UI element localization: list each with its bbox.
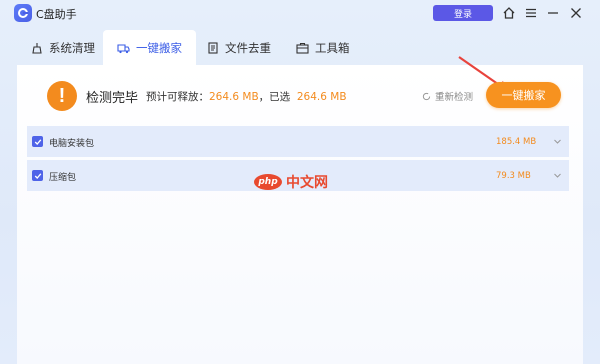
app-title: C盘助手: [36, 8, 77, 21]
item-label: 压缩包: [49, 173, 77, 183]
toolbox-icon: [296, 42, 309, 54]
selected-value: 264.6 MB: [296, 91, 347, 103]
selected-label: ，已选: [258, 91, 291, 103]
warning-icon: !: [47, 81, 77, 111]
home-icon[interactable]: [500, 4, 518, 22]
tab-label: 一键搬家: [136, 40, 182, 55]
checkbox[interactable]: [32, 136, 43, 147]
status-title: 检测完毕: [86, 91, 139, 106]
item-size: 79.3 MB: [496, 171, 531, 181]
item-label: 电脑安装包: [49, 139, 95, 149]
releasable-label: 预计可释放：: [146, 91, 209, 103]
close-icon[interactable]: [567, 4, 585, 22]
truck-icon: [117, 43, 130, 53]
tab-file-dedup[interactable]: 文件去重: [193, 30, 285, 65]
app-logo-icon: [14, 4, 32, 22]
title-bar: C盘助手 登录: [0, 0, 600, 28]
tab-label: 文件去重: [225, 40, 271, 55]
chevron-down-icon[interactable]: [553, 171, 562, 180]
tab-system-clean[interactable]: 系统清理: [17, 30, 109, 65]
broom-icon: [32, 42, 42, 54]
chevron-down-icon[interactable]: [553, 137, 562, 146]
refresh-icon: [422, 92, 431, 100]
one-key-move-button[interactable]: 一键搬家: [486, 82, 561, 108]
tab-toolbox[interactable]: 工具箱: [282, 30, 364, 65]
watermark-text: 中文网: [286, 175, 328, 191]
watermark-logo: php: [254, 174, 282, 190]
watermark: php 中文网: [254, 172, 328, 192]
tab-label: 工具箱: [315, 40, 350, 55]
releasable-value: 264.6 MB: [209, 91, 259, 103]
file-duplicate-icon: [208, 41, 218, 54]
list-item[interactable]: 电脑安装包 185.4 MB: [27, 126, 569, 157]
login-button[interactable]: 登录: [433, 5, 493, 21]
minimize-icon[interactable]: [544, 4, 562, 22]
item-size: 185.4 MB: [496, 137, 537, 147]
tab-one-key-move[interactable]: 一键搬家: [103, 30, 196, 65]
main-panel: ! 检测完毕 预计可释放：264.6 MB，已选 264.6 MB 重新检测 一…: [17, 56, 583, 364]
menu-icon[interactable]: [522, 4, 540, 22]
status-summary: 预计可释放：264.6 MB，已选 264.6 MB: [146, 89, 347, 104]
checkbox[interactable]: [32, 170, 43, 181]
tab-label: 系统清理: [49, 40, 95, 55]
